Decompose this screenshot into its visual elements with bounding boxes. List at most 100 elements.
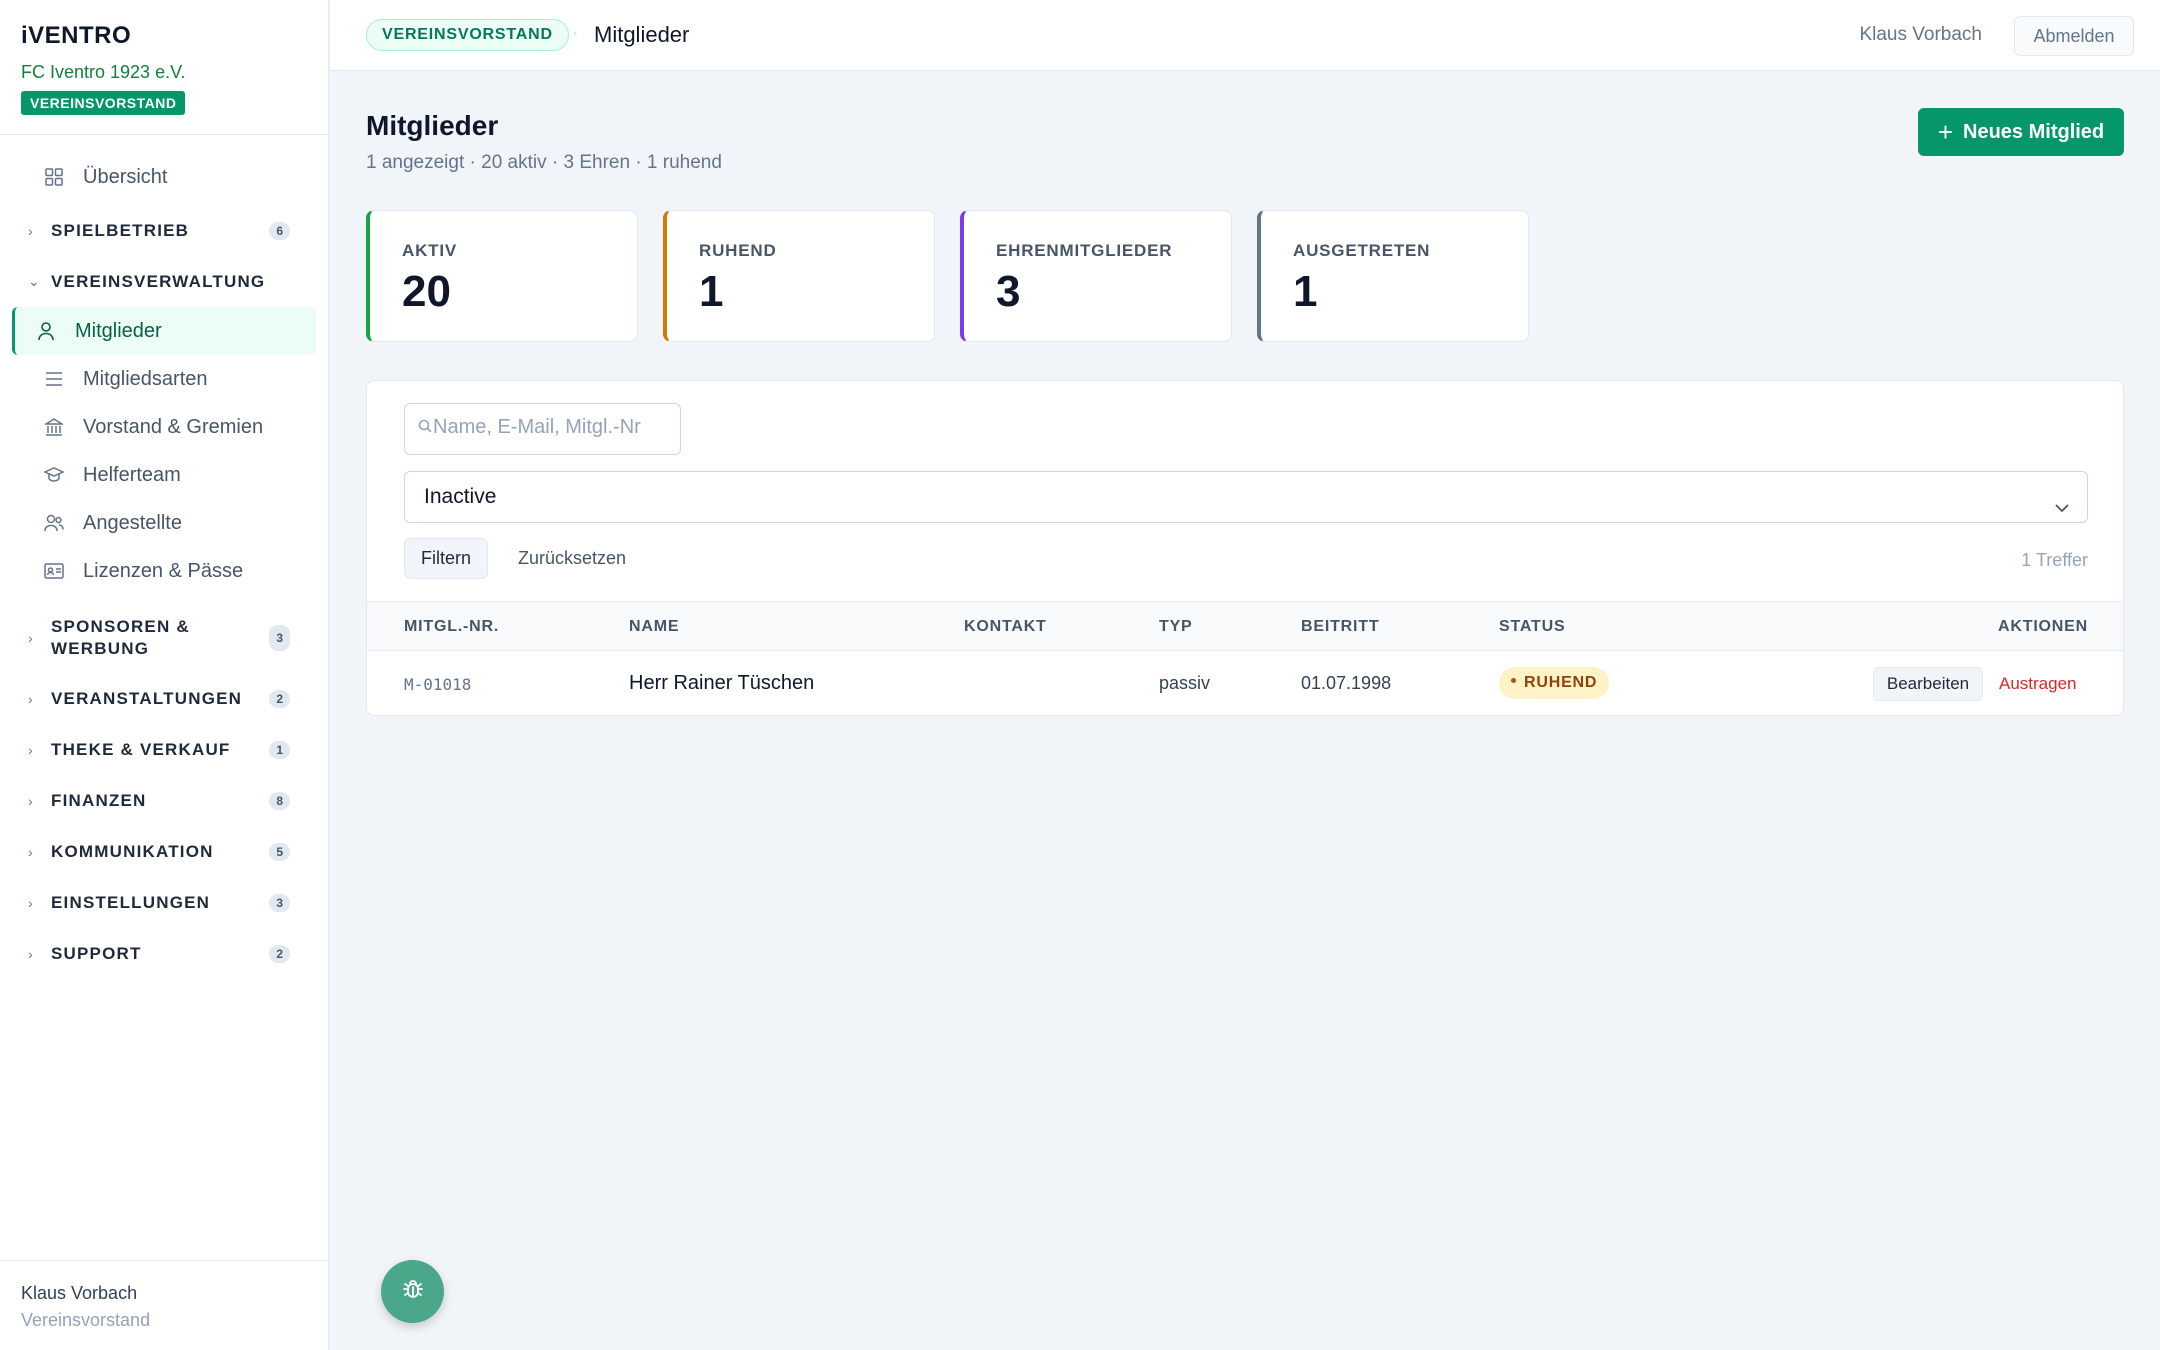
cell-member-nr: M-01018 [404, 675, 472, 694]
status-dot-icon [1511, 678, 1516, 684]
page-title: Mitglieder [366, 110, 499, 141]
sidebar-item-label: Helferteam [83, 463, 181, 486]
sidebar-item-label: Mitglieder [75, 319, 162, 342]
group-label: VERANSTALTUNGEN [51, 688, 243, 708]
edit-button[interactable]: Bearbeiten [1873, 667, 1983, 701]
group-count: 5 [269, 842, 290, 861]
sidebar-item-helferteam[interactable]: Helferteam [12, 451, 316, 499]
list-icon [42, 367, 66, 391]
stat-label: EHRENMITGLIEDER [996, 241, 1173, 260]
stat-value: 20 [402, 267, 451, 316]
users-icon [42, 511, 66, 535]
col-header-nr[interactable]: MITGL.-NR. [404, 618, 499, 636]
sidebar-group-einstellungen[interactable]: › EINSTELLUNGEN 3 [0, 877, 316, 928]
group-label: SPONSOREN & WERBUNG [51, 617, 190, 658]
sidebar: iVENTRO FC Iventro 1923 e.V. VEREINSVORS… [0, 0, 329, 1350]
plus-icon: + [1937, 117, 1954, 147]
grid-icon [42, 165, 66, 189]
cell-join-date: 01.07.1998 [1301, 673, 1392, 693]
group-label: SUPPORT [51, 943, 142, 963]
stat-label: AKTIV [402, 241, 457, 260]
stat-label: RUHEND [699, 241, 777, 260]
sidebar-group-theke[interactable]: › THEKE & VERKAUF 1 [0, 724, 316, 775]
stat-value: 1 [1293, 267, 1318, 316]
col-header-kontakt: KONTAKT [964, 618, 1047, 635]
search-input[interactable] [433, 416, 673, 439]
bug-report-button[interactable] [381, 1260, 444, 1323]
bug-icon [400, 1276, 426, 1307]
cell-type: passiv [1159, 673, 1211, 693]
group-label: SPIELBETRIEB [51, 220, 190, 240]
sidebar-group-kommunikation[interactable]: › KOMMUNIKATION 5 [0, 826, 316, 877]
group-count: 1 [269, 740, 290, 759]
id-card-icon [42, 559, 66, 583]
topbar: VEREINSVORSTAND · Mitglieder Klaus Vorba… [330, 0, 2160, 71]
sidebar-user-name: Klaus Vorbach [21, 1283, 138, 1303]
sidebar-group-finanzen[interactable]: › FINANZEN 8 [0, 775, 316, 826]
app-logo[interactable]: iVENTRO [21, 22, 307, 50]
col-header-aktionen: AKTIONEN [1998, 618, 2088, 635]
sidebar-group-veranstaltungen[interactable]: › VERANSTALTUNGEN 2 [0, 673, 316, 724]
sidebar-item-label: Angestellte [83, 511, 182, 534]
topbar-user-name: Klaus Vorbach [1859, 24, 1982, 45]
breadcrumb-current: Mitglieder [594, 22, 690, 47]
new-member-label: Neues Mitglied [1963, 120, 2105, 143]
group-label: THEKE & VERKAUF [51, 739, 231, 759]
sidebar-item-label: Mitgliedsarten [83, 367, 208, 390]
chevron-right-icon: › [28, 945, 34, 962]
search-field[interactable] [404, 403, 681, 455]
table-row[interactable]: M-01018 Herr Rainer Tüschen passiv 01.07… [367, 651, 2123, 716]
sidebar-group-support[interactable]: › SUPPORT 2 [0, 928, 316, 979]
stat-card-ruhend: RUHEND 1 [663, 210, 935, 342]
sidebar-item-overview[interactable]: Übersicht [12, 153, 316, 201]
logout-button[interactable]: Abmelden [2014, 16, 2134, 56]
page-subtitle: 1 angezeigt · 20 aktiv · 3 Ehren · 1 ruh… [366, 152, 722, 173]
chevron-down-icon [2053, 486, 2071, 536]
sidebar-group-spielbetrieb[interactable]: › SPIELBETRIEB 6 [0, 205, 316, 256]
stat-value: 3 [996, 267, 1021, 316]
chevron-down-icon: ⌄ [28, 273, 41, 289]
status-select[interactable]: Inactive [404, 471, 2088, 523]
chevron-right-icon: › [28, 792, 34, 809]
status-badge: RUHEND [1499, 667, 1610, 699]
status-select-value: Inactive [424, 485, 497, 508]
chevron-right-icon: › [28, 843, 34, 860]
sidebar-group-sponsoren[interactable]: › SPONSOREN & WERBUNG 3 [0, 603, 316, 673]
sidebar-item-mitglieder[interactable]: Mitglieder [12, 307, 316, 355]
search-icon [418, 418, 432, 441]
col-header-name[interactable]: NAME [629, 618, 679, 636]
col-header-beitritt[interactable]: BEITRITT [1301, 618, 1379, 636]
group-label: EINSTELLUNGEN [51, 892, 211, 912]
graduation-cap-icon [42, 463, 66, 487]
new-member-button[interactable]: + Neues Mitglied [1918, 108, 2124, 156]
group-label: FINANZEN [51, 790, 147, 810]
club-name: FC Iventro 1923 e.V. [21, 62, 186, 82]
result-count: 1 Treffer [2021, 550, 2088, 570]
members-panel: Inactive Filtern Zurücksetzen 1 Treffer … [366, 380, 2124, 716]
stat-card-ehrenmitglieder: EHRENMITGLIEDER 3 [960, 210, 1232, 342]
chevron-right-icon: › [28, 741, 34, 758]
sidebar-item-mitgliedsarten[interactable]: Mitgliedsarten [12, 355, 316, 403]
group-count: 6 [269, 221, 290, 240]
sidebar-item-vorstand[interactable]: Vorstand & Gremien [12, 403, 316, 451]
stat-card-aktiv: AKTIV 20 [366, 210, 638, 342]
col-header-typ[interactable]: TYP [1159, 618, 1193, 636]
filter-button[interactable]: Filtern [404, 538, 488, 579]
group-count: 2 [269, 689, 290, 708]
user-icon [34, 319, 58, 343]
sidebar-item-lizenzen[interactable]: Lizenzen & Pässe [12, 547, 316, 595]
remove-member-button[interactable]: Austragen [1999, 674, 2077, 694]
breadcrumb-separator: · [572, 22, 579, 44]
sidebar-group-vereinsverwaltung[interactable]: ⌄ VEREINSVERWALTUNG [0, 256, 316, 307]
sidebar-item-label: Vorstand & Gremien [83, 415, 264, 438]
group-label: KOMMUNIKATION [51, 841, 214, 861]
chevron-right-icon: › [28, 630, 34, 646]
sidebar-item-angestellte[interactable]: Angestellte [12, 499, 316, 547]
role-badge: VEREINSVORSTAND [21, 91, 186, 115]
chevron-right-icon: › [28, 690, 34, 707]
reset-button[interactable]: Zurücksetzen [518, 548, 626, 569]
sidebar-item-label: Lizenzen & Pässe [83, 559, 244, 582]
col-header-status[interactable]: STATUS [1499, 618, 1565, 636]
group-count: 3 [269, 893, 290, 912]
cell-member-name[interactable]: Herr Rainer Tüschen [629, 672, 814, 695]
